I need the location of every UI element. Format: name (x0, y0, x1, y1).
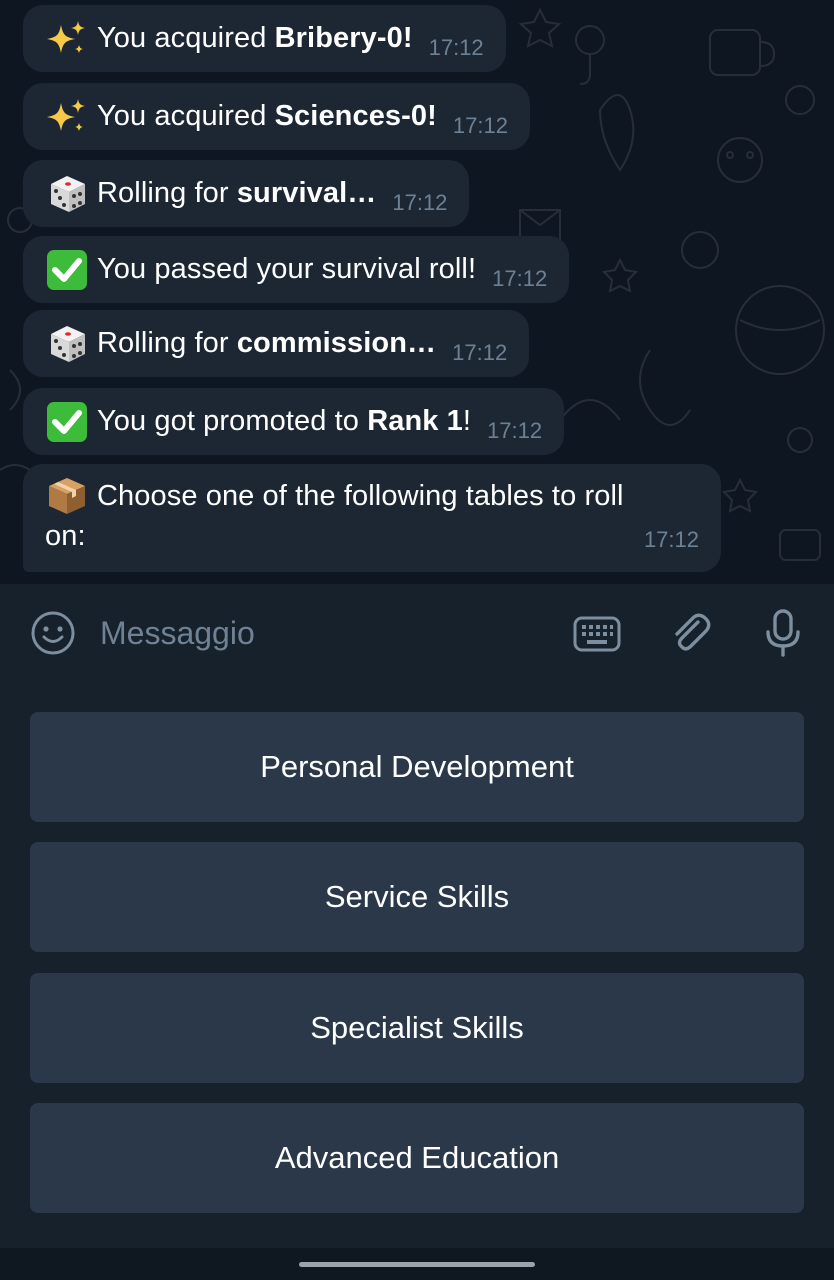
message-text: Rolling for survival… (97, 177, 377, 209)
message-time: 17:12 (487, 417, 543, 443)
message-composer: Messaggio (0, 584, 834, 682)
message-text: You acquired Sciences-0! (97, 100, 437, 132)
keyboard-icon[interactable] (573, 614, 621, 659)
message-text: You acquired Bribery-0! (97, 22, 413, 54)
message-text: Rolling for commission… (97, 327, 437, 359)
package-icon (45, 476, 89, 516)
reply-button-service-skills[interactable]: Service Skills (30, 842, 804, 952)
message-time: 17:12 (428, 34, 484, 60)
message-time: 17:12 (492, 265, 548, 291)
microphone-icon[interactable] (762, 608, 804, 663)
sparkles-icon (45, 97, 89, 137)
message-text: You passed your survival roll! (97, 253, 477, 285)
message-time: 17:12 (452, 112, 508, 138)
check-mark-icon (45, 249, 89, 290)
chat-area: You acquired Bribery-0! 17:12 You acquir… (0, 0, 834, 584)
message-bubble[interactable]: Rolling for commission… 17:12 (23, 310, 530, 377)
message-bubble[interactable]: Rolling for survival… 17:12 (23, 160, 470, 227)
sparkles-icon (45, 19, 89, 59)
message-time: 17:12 (643, 527, 699, 552)
message-time: 17:12 (392, 189, 448, 215)
emoji-icon[interactable] (30, 610, 76, 661)
reply-button-personal-development[interactable]: Personal Development (30, 712, 804, 822)
message-bubble[interactable]: You acquired Sciences-0! 17:12 (23, 83, 530, 150)
dice-icon (45, 174, 89, 214)
message-bubble[interactable]: You got promoted to Rank 1! 17:12 (23, 388, 565, 455)
message-bubble[interactable]: You passed your survival roll! 17:12 (23, 236, 570, 303)
system-navigation-bar (0, 1248, 834, 1280)
reply-button-specialist-skills[interactable]: Specialist Skills (30, 973, 804, 1083)
message-bubble[interactable]: You acquired Bribery-0! 17:12 (23, 5, 506, 72)
message-input[interactable]: Messaggio (100, 615, 255, 652)
message-text: You got promoted to Rank 1! (97, 405, 472, 437)
attach-icon[interactable] (668, 610, 714, 661)
reply-keyboard: Personal Development Service Skills Spec… (0, 682, 834, 1248)
message-text-continuation: on: (45, 520, 86, 552)
home-gesture-handle[interactable] (299, 1262, 535, 1267)
message-bubble[interactable]: Choose one of the following tables to ro… (23, 464, 721, 572)
reply-button-advanced-education[interactable]: Advanced Education (30, 1103, 804, 1213)
message-time: 17:12 (452, 339, 508, 365)
check-mark-icon (45, 401, 89, 442)
dice-icon (45, 324, 89, 364)
message-text: Choose one of the following tables to ro… (97, 479, 624, 512)
